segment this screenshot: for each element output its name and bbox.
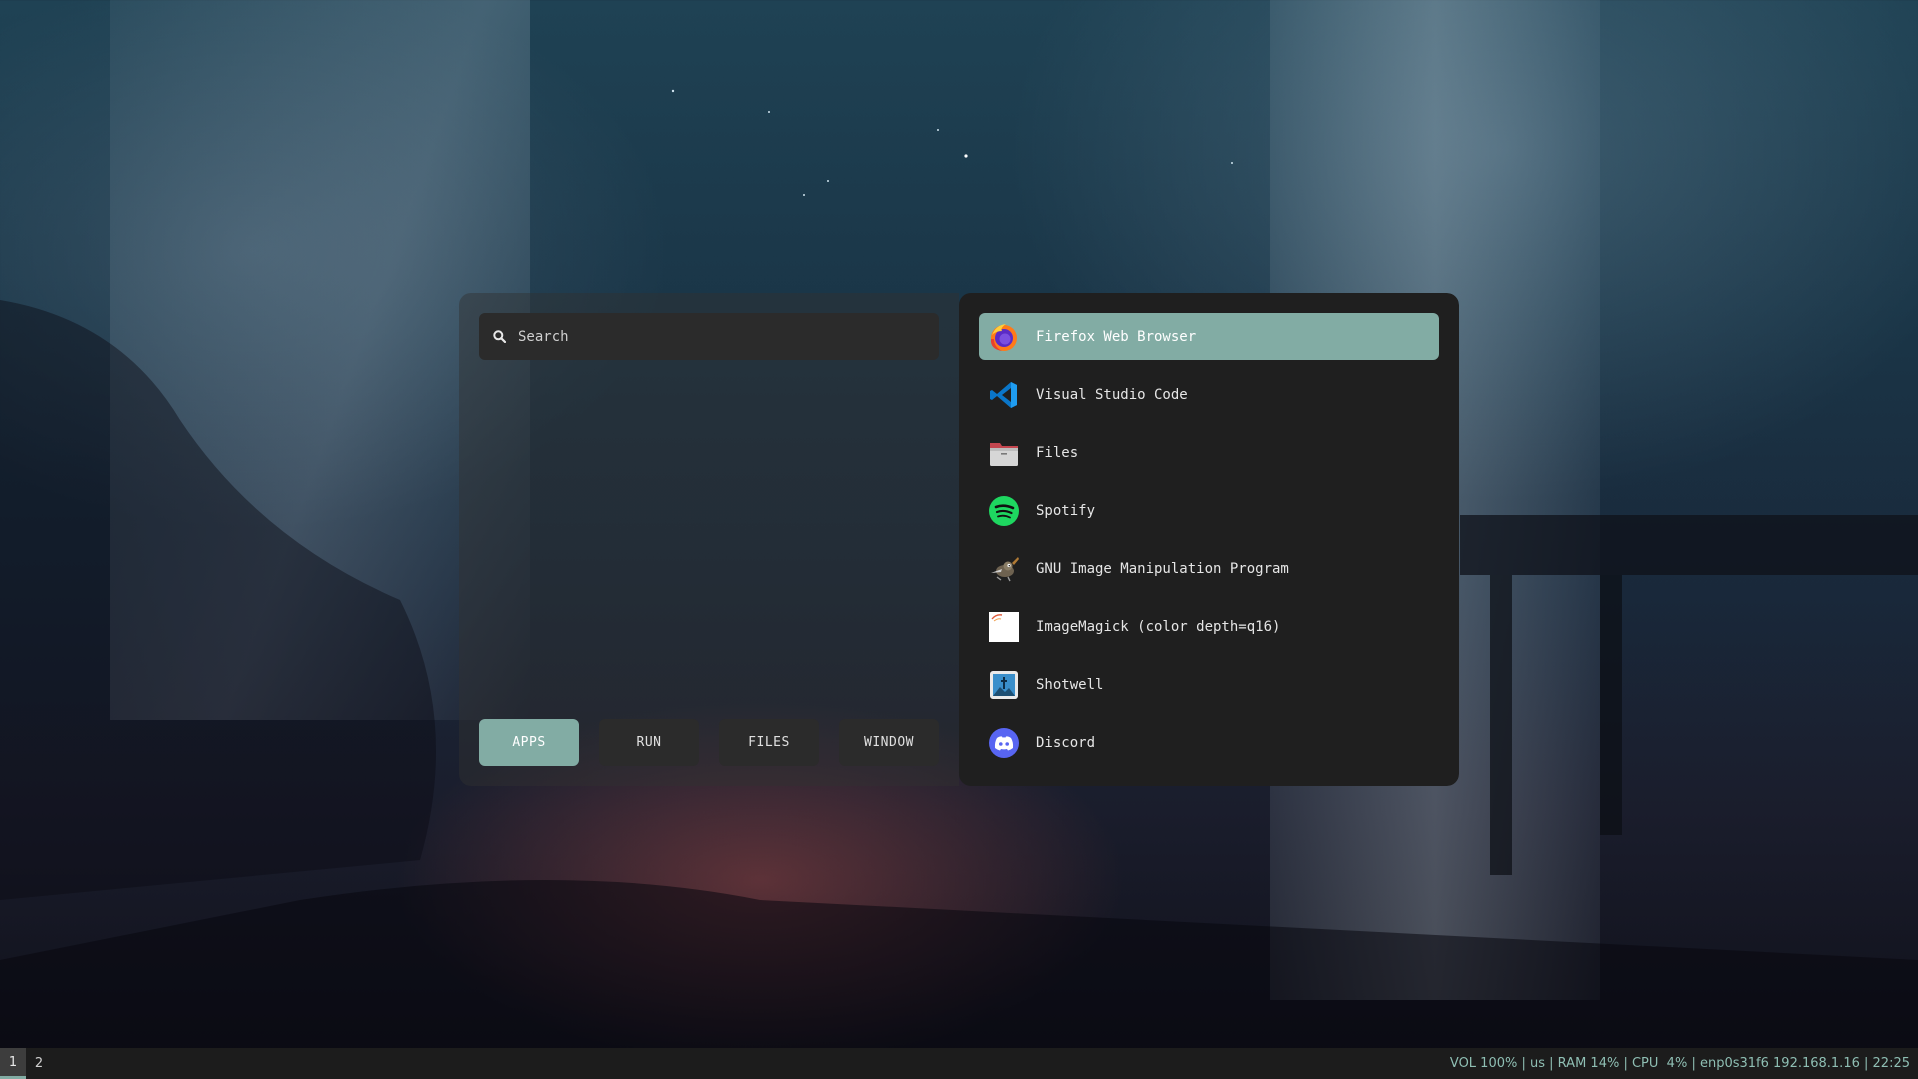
search-field[interactable] <box>479 313 939 360</box>
app-item-imagemagick[interactable]: ImageMagick (color depth=q16) <box>979 603 1439 650</box>
app-label: Discord <box>1036 734 1096 751</box>
taskbar: 1 2 VOL 100% | us | RAM 14% | CPU 4% | e… <box>0 1048 1918 1079</box>
mode-window-button[interactable]: WINDOW <box>839 719 939 766</box>
app-label: Files <box>1036 444 1079 461</box>
app-item-shotwell[interactable]: Shotwell <box>979 661 1439 708</box>
mode-apps-button[interactable]: APPS <box>479 719 579 766</box>
app-label: Spotify <box>1036 502 1096 519</box>
files-icon <box>990 442 1018 466</box>
search-input[interactable] <box>516 327 900 346</box>
firefox-icon <box>990 323 1017 351</box>
workspace-1[interactable]: 1 <box>0 1048 26 1079</box>
app-item-vscode[interactable]: Visual Studio Code <box>979 371 1439 418</box>
launcher-left-pane: APPS RUN FILES WINDOW <box>459 293 959 786</box>
workspace-switcher: 1 2 <box>0 1048 52 1079</box>
gimp-icon <box>991 556 1019 581</box>
ram-status: RAM 14% <box>1557 1056 1620 1071</box>
app-label: Firefox Web Browser <box>1036 328 1197 345</box>
app-list: Firefox Web Browser Visual Studio Code F… <box>959 293 1459 786</box>
volume-status[interactable]: VOL 100% <box>1450 1056 1517 1071</box>
mode-files-button[interactable]: FILES <box>719 719 819 766</box>
search-icon <box>493 330 506 343</box>
app-item-firefox[interactable]: Firefox Web Browser <box>979 313 1439 360</box>
app-label: GNU Image Manipulation Program <box>1036 560 1289 577</box>
network-status: enp0s31f6 192.168.1.16 <box>1699 1056 1860 1071</box>
imagemagick-icon <box>989 611 1019 642</box>
app-launcher: APPS RUN FILES WINDOW Firefox Web Browse… <box>459 293 1459 786</box>
app-item-gimp[interactable]: GNU Image Manipulation Program <box>979 545 1439 592</box>
app-item-files[interactable]: Files <box>979 429 1439 476</box>
mode-switcher: APPS RUN FILES WINDOW <box>479 719 939 766</box>
shotwell-icon <box>990 670 1018 699</box>
vscode-icon <box>990 381 1017 408</box>
app-label: Shotwell <box>1036 676 1104 693</box>
app-label: Visual Studio Code <box>1036 386 1188 403</box>
workspace-2[interactable]: 2 <box>26 1048 52 1079</box>
spotify-icon <box>989 495 1019 526</box>
wallpaper-table-leg <box>1490 575 1512 875</box>
app-item-spotify[interactable]: Spotify <box>979 487 1439 534</box>
wallpaper-table <box>1460 515 1918 575</box>
app-item-discord[interactable]: Discord <box>979 719 1439 766</box>
status-bar: VOL 100% | us | RAM 14% | CPU 4% | enp0s… <box>1449 1056 1910 1071</box>
cpu-status: CPU 4% <box>1631 1056 1688 1071</box>
wallpaper-table-leg <box>1600 575 1622 835</box>
mode-run-button[interactable]: RUN <box>599 719 699 766</box>
keyboard-layout-status: us <box>1530 1056 1546 1071</box>
discord-icon <box>989 727 1019 758</box>
app-label: ImageMagick (color depth=q16) <box>1036 618 1281 635</box>
clock: 22:25 <box>1872 1056 1910 1071</box>
